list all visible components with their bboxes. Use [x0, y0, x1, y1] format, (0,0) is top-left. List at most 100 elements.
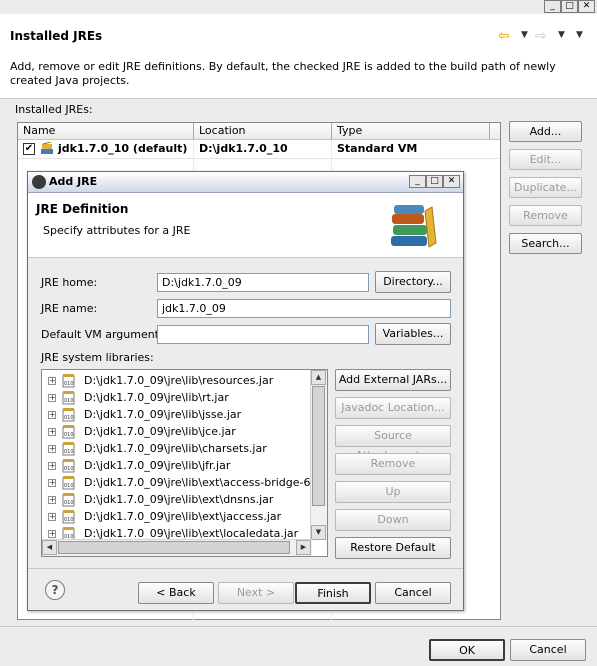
search-jre-button[interactable]: Search...: [509, 233, 582, 254]
horizontal-scrollbar[interactable]: ◀ ▶: [42, 539, 312, 556]
expand-icon[interactable]: +: [48, 496, 56, 504]
expand-icon[interactable]: +: [48, 411, 56, 419]
list-item[interactable]: +010 D:\jdk1.7.0_09\jre\lib\charsets.jar: [42, 441, 312, 458]
finish-button[interactable]: Finish: [295, 582, 371, 604]
dialog-header: JRE Definition Specify attributes for a …: [28, 193, 463, 258]
remove-library-button[interactable]: Remove: [335, 453, 451, 475]
expand-icon[interactable]: +: [48, 462, 56, 470]
restore-default-button[interactable]: Restore Default: [335, 537, 451, 559]
vertical-scrollbar[interactable]: ▲ ▼: [310, 370, 327, 540]
close-button[interactable]: ✕: [578, 0, 595, 13]
jre-home-label: JRE home:: [41, 276, 98, 289]
svg-text:010: 010: [64, 466, 74, 472]
list-item[interactable]: +010 D:\jdk1.7.0_09\jre\lib\jsse.jar: [42, 407, 312, 424]
jre-home-input[interactable]: D:\jdk1.7.0_09: [157, 273, 369, 292]
dialog-titlebar: Add JRE _ □ ✕: [28, 172, 463, 193]
move-down-button[interactable]: Down: [335, 509, 451, 531]
forward-arrow-icon[interactable]: ⇨: [535, 28, 547, 44]
jar-icon: 010: [62, 425, 75, 439]
jre-name-label: JRE name:: [41, 302, 98, 315]
list-item[interactable]: +010 D:\jdk1.7.0_09\jre\lib\ext\jaccess.j…: [42, 509, 312, 526]
source-attachment-button[interactable]: Source Attachment...: [335, 425, 451, 462]
cancel-button[interactable]: Cancel: [510, 639, 586, 661]
edit-jre-button[interactable]: Edit...: [509, 149, 582, 170]
scroll-down-icon[interactable]: ▼: [311, 525, 326, 540]
vm-args-label: Default VM arguments:: [41, 328, 169, 341]
dialog-close-button[interactable]: ✕: [443, 175, 460, 188]
scroll-thumb[interactable]: [312, 386, 325, 506]
page-description: Add, remove or edit JRE definitions. By …: [10, 60, 556, 87]
list-item[interactable]: +010 D:\jdk1.7.0_09\jre\lib\resources.jar: [42, 373, 312, 390]
remove-jre-button[interactable]: Remove: [509, 205, 582, 226]
add-external-jars-button[interactable]: Add External JARs...: [335, 369, 451, 391]
svg-text:010: 010: [64, 398, 74, 404]
expand-icon[interactable]: +: [48, 445, 56, 453]
scroll-up-icon[interactable]: ▲: [311, 370, 326, 385]
jre-library-icon: [40, 141, 54, 155]
help-icon[interactable]: ?: [45, 580, 65, 600]
jar-icon: 010: [62, 408, 75, 422]
dialog-maximize-button[interactable]: □: [426, 175, 443, 188]
jar-icon: 010: [62, 510, 75, 524]
page-title: Installed JREs: [10, 29, 103, 43]
list-item[interactable]: +010 D:\jdk1.7.0_09\jre\lib\jce.jar: [42, 424, 312, 441]
jre-name-input[interactable]: jdk1.7.0_09: [157, 299, 451, 318]
javadoc-location-button[interactable]: Javadoc Location...: [335, 397, 451, 419]
installed-jres-label: Installed JREs:: [15, 103, 93, 116]
minimize-button[interactable]: _: [544, 0, 561, 13]
jar-icon: 010: [62, 391, 75, 405]
table-row[interactable]: ✔ jdk1.7.0_10 (default) D:\jdk1.7.0_10 S…: [18, 140, 500, 159]
library-tree[interactable]: +010 D:\jdk1.7.0_09\jre\lib\resources.jar…: [41, 369, 328, 557]
back-arrow-icon[interactable]: ⇦: [498, 28, 510, 44]
expand-icon[interactable]: +: [48, 377, 56, 385]
table-header: Name Location Type: [18, 123, 500, 140]
variables-button[interactable]: Variables...: [375, 323, 451, 345]
jar-icon: 010: [62, 493, 75, 507]
dialog-minimize-button[interactable]: _: [409, 175, 426, 188]
chevron-down-icon[interactable]: ▼: [521, 30, 528, 40]
view-menu-icon[interactable]: ▼: [576, 30, 583, 40]
jre-name-cell: jdk1.7.0_10 (default): [58, 142, 188, 155]
expand-icon[interactable]: +: [48, 394, 56, 402]
jre-type-cell: Standard VM: [337, 142, 418, 155]
default-jre-checkbox[interactable]: ✔: [23, 143, 35, 155]
add-jre-dialog: Add JRE _ □ ✕ JRE Definition Specify att…: [27, 171, 464, 611]
list-item[interactable]: +010 D:\jdk1.7.0_09\jre\lib\rt.jar: [42, 390, 312, 407]
duplicate-jre-button[interactable]: Duplicate...: [509, 177, 582, 198]
move-up-button[interactable]: Up: [335, 481, 451, 503]
add-jre-button[interactable]: Add...: [509, 121, 582, 142]
divider: [0, 98, 597, 99]
list-item[interactable]: +010 D:\jdk1.7.0_09\jre\lib\ext\access-br…: [42, 475, 327, 492]
chevron-down-icon[interactable]: ▼: [558, 30, 565, 40]
dialog-cancel-button[interactable]: Cancel: [375, 582, 451, 604]
list-item[interactable]: +010 D:\jdk1.7.0_09\jre\lib\ext\dnsns.jar: [42, 492, 312, 509]
jar-icon: 010: [62, 476, 75, 490]
maximize-button[interactable]: □: [561, 0, 578, 13]
eclipse-icon: [32, 175, 46, 189]
expand-icon[interactable]: +: [48, 428, 56, 436]
divider: [0, 626, 597, 627]
column-header-type[interactable]: Type: [337, 124, 362, 137]
list-item[interactable]: +010 D:\jdk1.7.0_09\jre\lib\jfr.jar: [42, 458, 312, 475]
scroll-thumb[interactable]: [58, 541, 290, 554]
back-button[interactable]: < Back: [138, 582, 214, 604]
svg-text:010: 010: [64, 517, 74, 523]
vm-args-input[interactable]: [157, 325, 369, 344]
jar-icon: 010: [62, 459, 75, 473]
scroll-left-icon[interactable]: ◀: [42, 540, 57, 555]
expand-icon[interactable]: +: [48, 479, 56, 487]
directory-button[interactable]: Directory...: [375, 271, 451, 293]
jar-icon: 010: [62, 442, 75, 456]
dialog-subheading: Specify attributes for a JRE: [43, 224, 191, 237]
next-button[interactable]: Next >: [218, 582, 294, 604]
scroll-right-icon[interactable]: ▶: [296, 540, 311, 555]
divider: [28, 568, 463, 569]
expand-icon[interactable]: +: [48, 513, 56, 521]
svg-text:010: 010: [64, 500, 74, 506]
column-header-location[interactable]: Location: [199, 124, 246, 137]
dialog-title: Add JRE: [49, 175, 98, 188]
svg-text:010: 010: [64, 415, 74, 421]
ok-button[interactable]: OK: [429, 639, 505, 661]
column-header-name[interactable]: Name: [23, 124, 55, 137]
expand-icon[interactable]: +: [48, 530, 56, 538]
